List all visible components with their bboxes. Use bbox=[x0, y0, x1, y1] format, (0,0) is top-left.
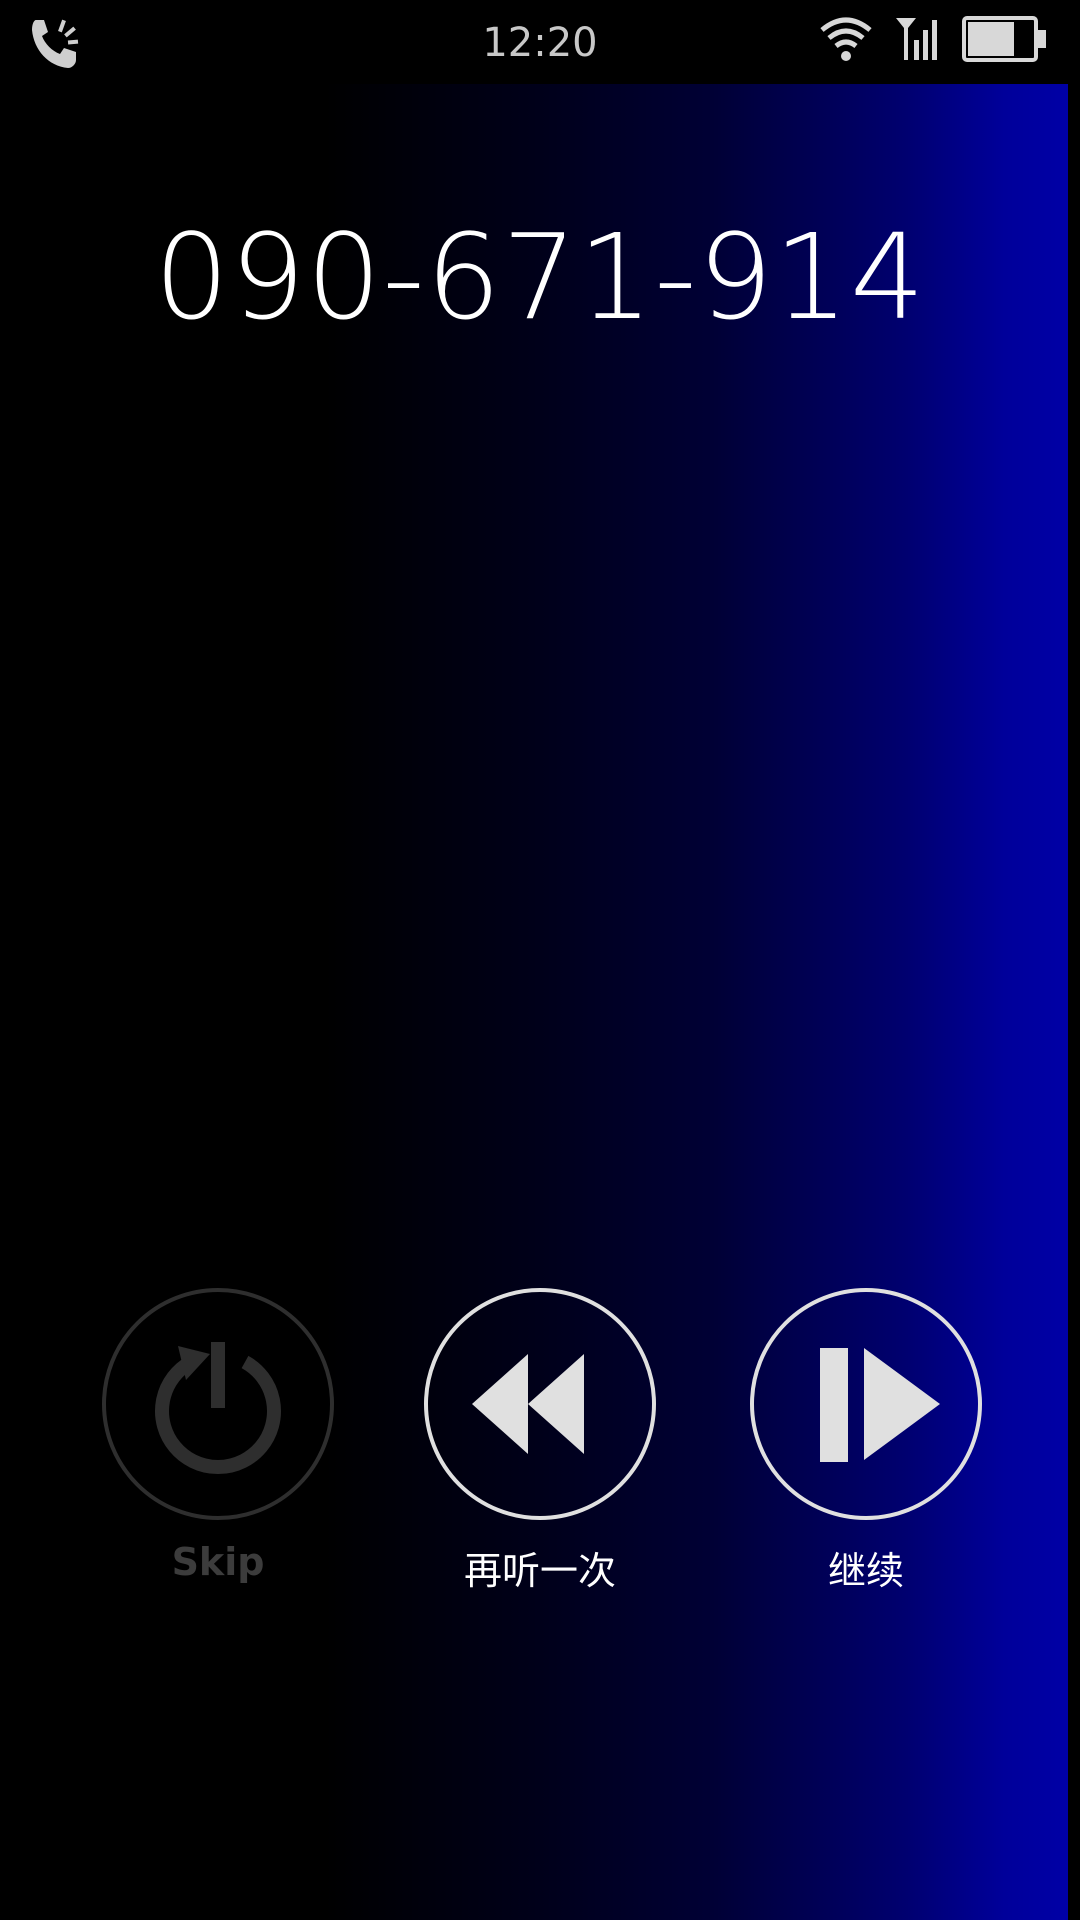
continue-button-ring bbox=[750, 1288, 982, 1520]
replay-label: 再听一次 bbox=[463, 1549, 616, 1593]
skip-button[interactable]: Skip bbox=[102, 1288, 342, 1608]
power-icon bbox=[155, 1342, 281, 1475]
playback-controls: Skip 再听一次 继续 bbox=[0, 1288, 1080, 1608]
phone-number: 090-671-914 bbox=[154, 208, 926, 346]
skip-label: Skip bbox=[171, 1540, 265, 1584]
signal-icon bbox=[896, 18, 937, 60]
wifi-icon bbox=[820, 17, 872, 61]
replay-button[interactable]: 再听一次 bbox=[424, 1288, 664, 1608]
rewind-icon bbox=[472, 1354, 584, 1454]
continue-button[interactable]: 继续 bbox=[750, 1288, 990, 1608]
play-pause-icon bbox=[820, 1348, 940, 1462]
skip-button-ring bbox=[102, 1288, 334, 1520]
replay-button-ring bbox=[424, 1288, 656, 1520]
battery-icon bbox=[962, 16, 1046, 62]
status-bar: 12:20 bbox=[0, 0, 1080, 84]
continue-label: 继续 bbox=[827, 1549, 904, 1593]
phone-screen: 12:20 090-671-914 Skip 再听一次 继续 bbox=[0, 0, 1080, 1920]
